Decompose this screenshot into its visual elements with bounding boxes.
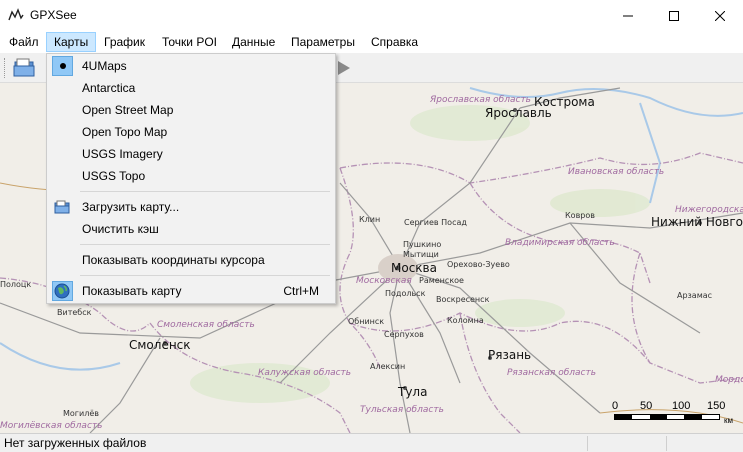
city-label: Нижний Новгород (651, 215, 743, 229)
load-map-item[interactable]: Загрузить карту... (49, 196, 333, 218)
app-logo-icon (8, 8, 24, 21)
maximize-icon (669, 10, 679, 21)
title-bar: GPXSee (0, 0, 743, 31)
menu-separator (80, 244, 330, 245)
city-label: Рязань (488, 348, 532, 362)
scale-tick: 50 (640, 400, 653, 412)
show-map-item[interactable]: Показывать карту Ctrl+M (49, 280, 333, 302)
open-folder-icon (54, 200, 70, 214)
show-cursor-coords-item[interactable]: Показывать координаты курсора (49, 249, 333, 271)
menu-item-label: Показывать карту (82, 284, 182, 298)
region-label: Смоленская область (157, 320, 255, 330)
town-label: Серпухов (384, 330, 424, 339)
region-label: Московская (356, 276, 412, 286)
menu-separator (80, 275, 330, 276)
menu-item-label: USGS Imagery (82, 147, 163, 161)
map-option-usgs-imagery[interactable]: USGS Imagery (49, 143, 333, 165)
region-label: Калужская область (258, 368, 352, 378)
menu-help[interactable]: Справка (364, 32, 425, 52)
status-bar: Нет загруженных файлов (0, 433, 743, 452)
map-option-opentopo[interactable]: Open Topo Map (49, 121, 333, 143)
town-label: Клин (359, 215, 381, 224)
town-label: Коломна (447, 316, 484, 325)
globe-icon (54, 283, 70, 299)
menu-graph[interactable]: График (97, 32, 152, 52)
map-scale: 0 50 100 150 км (612, 400, 737, 430)
menu-item-label: 4UMaps (82, 59, 127, 73)
clear-cache-item[interactable]: Очистить кэш (49, 218, 333, 240)
town-label: Полоцк (0, 280, 32, 289)
menu-item-shortcut: Ctrl+M (283, 284, 319, 298)
menu-item-label: Показывать координаты курсора (82, 253, 265, 267)
menu-bar: Файл Карты График Точки POI Данные Парам… (0, 31, 743, 53)
menu-file[interactable]: Файл (2, 32, 46, 52)
menu-item-label: USGS Topo (82, 169, 146, 183)
town-label: Могилёв (63, 409, 99, 418)
scale-tick: 100 (672, 400, 691, 412)
map-option-antarctica[interactable]: Antarctica (49, 77, 333, 99)
menu-item-label: Загрузить карту... (82, 200, 180, 214)
city-label: Смоленск (129, 338, 191, 352)
scale-unit: км (724, 416, 733, 425)
maps-dropdown-menu: 4UMaps Antarctica Open Street Map Open T… (46, 53, 336, 304)
town-label: Воскресенск (436, 295, 490, 304)
minimize-icon (623, 15, 633, 16)
menu-settings[interactable]: Параметры (284, 32, 362, 52)
status-text: Нет загруженных файлов (4, 436, 147, 450)
map-option-usgs-topo[interactable]: USGS Topo (49, 165, 333, 187)
city-label: Москва (391, 261, 437, 275)
close-icon (715, 10, 725, 21)
menu-item-label: Очистить кэш (82, 222, 159, 236)
toolbar-grip[interactable] (4, 58, 7, 78)
region-label: Владимирская область (505, 238, 615, 248)
menu-item-label: Open Topo Map (82, 125, 168, 139)
scale-tick: 150 (707, 400, 726, 412)
close-button[interactable] (697, 0, 743, 31)
map-option-4umaps[interactable]: 4UMaps (49, 55, 333, 77)
status-separator (587, 436, 588, 451)
town-label: Орехово-Зуево (447, 260, 510, 269)
scale-bar (614, 414, 720, 420)
menu-item-label: Antarctica (82, 81, 136, 95)
map-option-osm[interactable]: Open Street Map (49, 99, 333, 121)
town-label: Подольск (385, 289, 426, 298)
menu-data[interactable]: Данные (225, 32, 282, 52)
region-label: Тульская область (360, 405, 444, 415)
maximize-button[interactable] (651, 0, 697, 31)
town-label: Раменское (419, 276, 464, 285)
radio-checked-icon (52, 56, 73, 76)
city-label: Ярославль (485, 106, 552, 120)
window-title: GPXSee (30, 8, 77, 22)
menu-maps[interactable]: Карты (46, 32, 97, 52)
region-label: Рязанская область (507, 368, 597, 378)
town-label: Мытищи (403, 250, 439, 259)
town-label: Витебск (57, 308, 92, 317)
region-label: Нижегородская область (675, 205, 743, 215)
region-label: Ивановская область (568, 167, 665, 177)
menu-separator (80, 191, 330, 192)
open-folder-icon (13, 58, 35, 77)
menu-item-label: Open Street Map (82, 103, 174, 117)
town-label: Ковров (565, 211, 595, 220)
town-label: Арзамас (677, 291, 713, 300)
town-label: Алексин (370, 362, 406, 371)
region-label: Могилёвская область (0, 421, 103, 431)
town-label: Обнинск (348, 317, 385, 326)
scale-tick: 0 (612, 400, 619, 412)
minimize-button[interactable] (605, 0, 651, 31)
city-label: Тула (398, 385, 428, 399)
town-label: Пушкино (403, 240, 442, 249)
scale-ticks: 0 50 100 150 (612, 400, 737, 414)
status-separator (666, 436, 667, 451)
menu-poi[interactable]: Точки POI (155, 32, 224, 52)
town-label: Сергиев Посад (404, 218, 467, 227)
region-label: Мордо (715, 375, 743, 385)
region-label: Ярославская область (430, 95, 531, 105)
open-file-button[interactable] (12, 56, 36, 80)
